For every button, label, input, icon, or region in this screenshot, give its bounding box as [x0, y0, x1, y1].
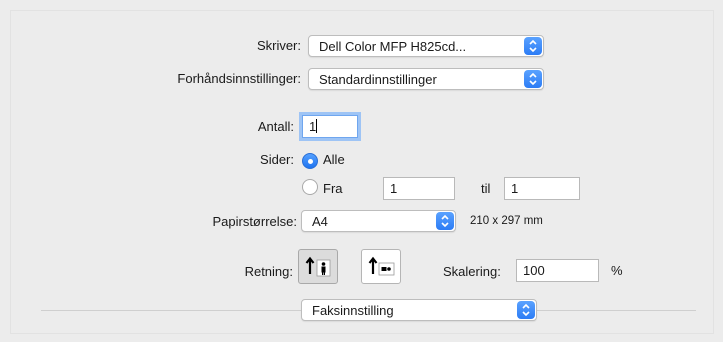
pages-to-label: til [481, 181, 491, 196]
pages-from-value: 1 [390, 181, 398, 196]
chevron-updown-icon [436, 212, 454, 230]
scale-unit: % [611, 263, 623, 278]
presets-value: Standardinnstillinger [319, 72, 437, 87]
section-popup[interactable]: Faksinnstilling [301, 299, 537, 321]
presets-label: Forhåndsinnstillinger: [177, 71, 301, 86]
presets-popup[interactable]: Standardinnstillinger [308, 68, 544, 90]
copies-field[interactable]: 1 [302, 115, 358, 138]
section-value: Faksinnstilling [312, 303, 394, 318]
pages-from-label: Fra [323, 181, 343, 196]
chevron-updown-icon [524, 70, 542, 88]
landscape-orientation-icon [368, 256, 395, 276]
copies-value: 1 [309, 119, 317, 134]
scale-label: Skalering: [443, 264, 501, 279]
pages-all-radio[interactable] [302, 153, 318, 169]
portrait-button[interactable] [298, 249, 338, 284]
scale-field[interactable]: 100 [516, 259, 599, 282]
orientation-label: Retning: [244, 264, 293, 279]
printer-value: Dell Color MFP H825cd... [319, 39, 467, 54]
print-dialog-panel: Skriver: Dell Color MFP H825cd... Forhån… [10, 10, 714, 334]
paper-size-popup[interactable]: A4 [301, 210, 456, 232]
pages-all-label: Alle [323, 152, 345, 167]
portrait-orientation-icon [305, 256, 331, 277]
chevron-updown-icon [517, 301, 535, 319]
paper-size-value: A4 [312, 214, 328, 229]
printer-label: Skriver: [256, 38, 301, 53]
pages-from-field[interactable]: 1 [383, 177, 455, 200]
text-caret [316, 119, 318, 133]
pages-range-radio[interactable] [302, 179, 318, 195]
pages-to-value: 1 [511, 181, 519, 196]
pages-to-field[interactable]: 1 [504, 177, 580, 200]
paper-dimensions: 210 x 297 mm [470, 215, 543, 227]
pages-label: Sider: [260, 152, 294, 167]
copies-label: Antall: [257, 119, 294, 134]
scale-value: 100 [523, 263, 545, 278]
landscape-button[interactable] [361, 249, 401, 284]
printer-popup[interactable]: Dell Color MFP H825cd... [308, 35, 544, 57]
chevron-updown-icon [524, 37, 542, 55]
paper-size-label: Papirstørrelse: [212, 214, 297, 229]
